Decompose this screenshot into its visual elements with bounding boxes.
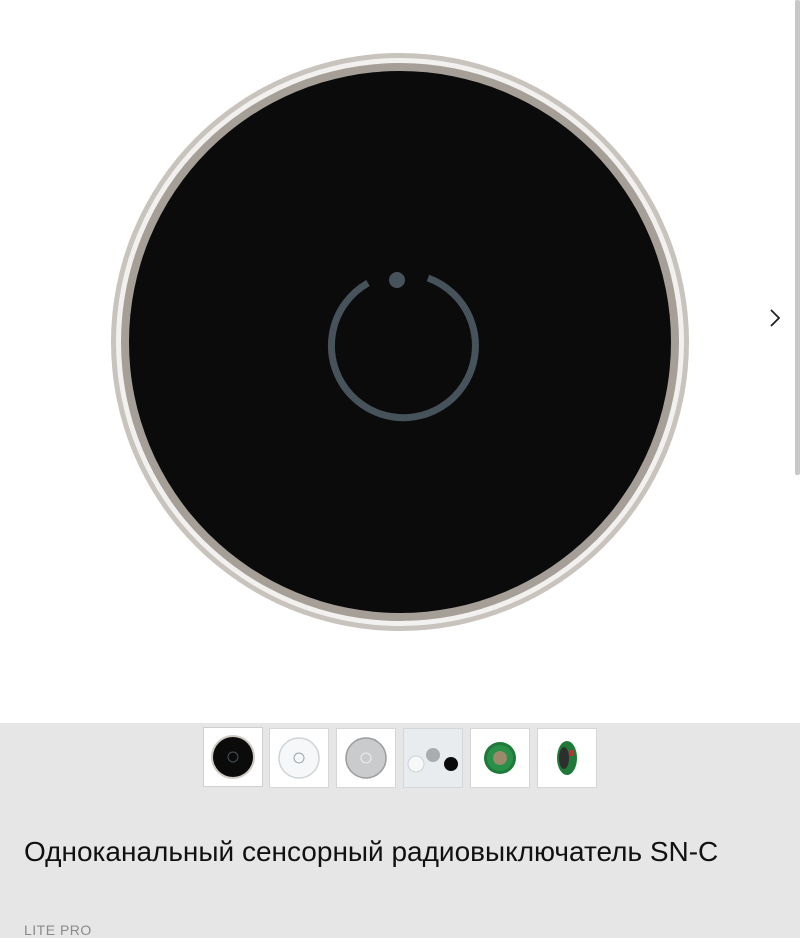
thumbnail-image <box>277 737 320 779</box>
thumbnail-image <box>210 735 255 779</box>
power-icon-dot <box>389 272 405 288</box>
gallery-scrollbar[interactable] <box>795 0 800 475</box>
thumbnail-black-switch[interactable] <box>203 728 262 786</box>
product-gallery <box>0 0 800 723</box>
switch-glass-panel <box>129 71 671 613</box>
gallery-next-button[interactable] <box>760 300 790 336</box>
thumbnail-image <box>483 742 516 774</box>
thumbnail-image <box>556 741 577 775</box>
thumbnail-circuit-board-side[interactable] <box>536 728 597 788</box>
thumbnail-grey-switch[interactable] <box>335 728 396 788</box>
thumbnail-image <box>344 737 387 779</box>
product-main-image[interactable] <box>0 0 800 723</box>
thumbnail-image <box>403 729 462 787</box>
chevron-right-icon <box>770 309 781 327</box>
product-title: Одноканальный сенсорный радиовыключатель… <box>24 836 719 867</box>
thumbnail-strip <box>0 728 800 790</box>
thumbnail-white-switch[interactable] <box>268 728 329 788</box>
thumbnail-circuit-board[interactable] <box>469 728 530 788</box>
thumbnail-switch-parts[interactable] <box>402 728 463 788</box>
product-brand[interactable]: LITE PRO <box>24 922 92 938</box>
